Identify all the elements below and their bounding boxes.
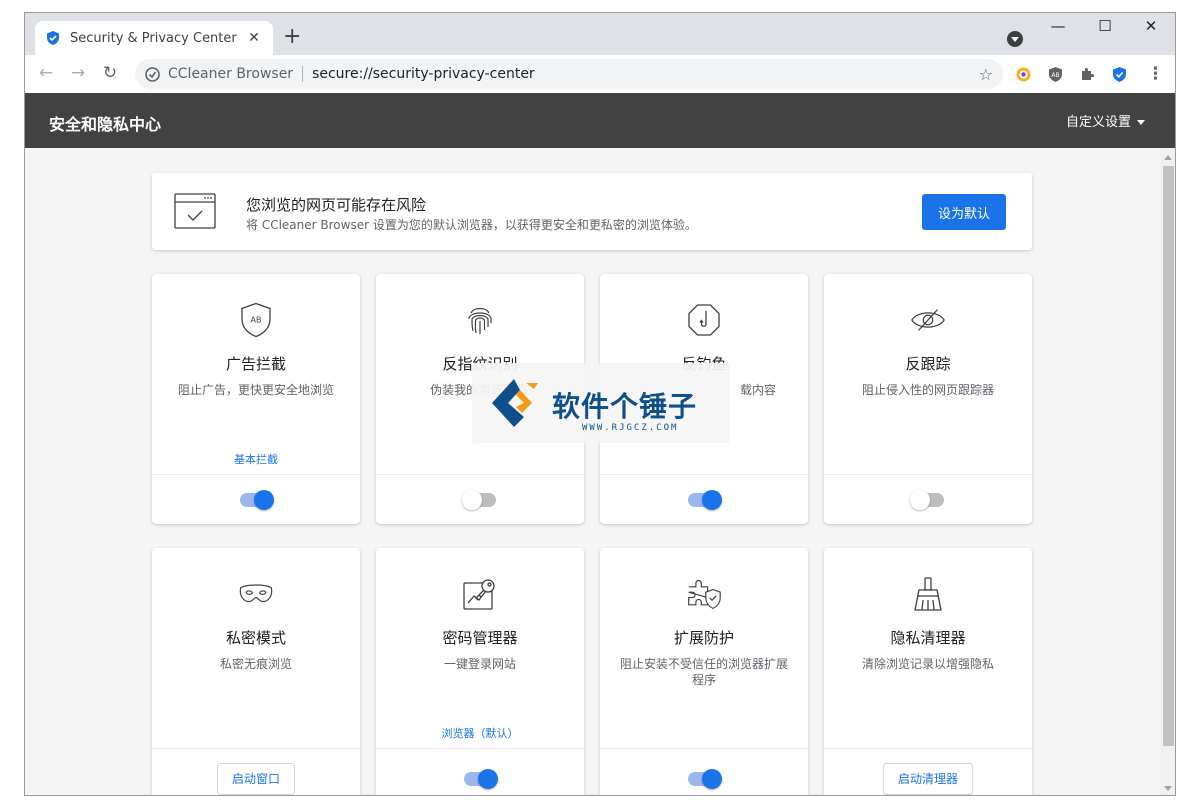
default-browser-banner: 您浏览的网页可能存在风险 将 CCleaner Browser 设置为您的默认浏… <box>152 173 1032 250</box>
card-privacy-cleaner: 隐私清理器 清除浏览记录以增强隐私 启动清理器 <box>824 548 1032 795</box>
omnibox-url[interactable]: secure://security-privacy-center <box>312 66 535 82</box>
card-desc: 阻止侵入性的网页跟踪器 <box>861 383 994 397</box>
key-icon <box>462 576 498 612</box>
browser-menu-icon[interactable]: ⋮ <box>1147 64 1164 84</box>
toggle-knob <box>702 489 722 510</box>
tab-title: Security & Privacy Center <box>70 30 237 46</box>
card-footer <box>824 474 1032 524</box>
toggle-knob <box>478 768 498 789</box>
card-footer <box>152 474 360 524</box>
site-watermark: 软件个锤子 WWW.RJGCZ.COM <box>472 363 730 443</box>
card-desc: 清除浏览记录以增强隐私 <box>861 657 994 671</box>
toggle-knob <box>910 489 930 510</box>
card-private-mode: 私密模式 私密无痕浏览 启动窗口 <box>152 548 360 795</box>
scroll-up-arrow-icon[interactable] <box>1164 155 1172 160</box>
ad-block-toggle[interactable] <box>240 489 274 510</box>
card-desc: 私密无痕浏览 <box>219 657 292 671</box>
mask-icon <box>238 576 274 612</box>
forward-button[interactable]: → <box>67 63 89 83</box>
launch-private-window-button[interactable]: 启动窗口 <box>216 762 295 795</box>
basic-block-link[interactable]: 基本拦截 <box>152 451 360 467</box>
anti-phishing-toggle[interactable] <box>688 489 722 510</box>
tab-security-privacy-center[interactable]: Security & Privacy Center ✕ <box>35 21 273 55</box>
caret-down-icon <box>1137 120 1145 125</box>
toggle-knob <box>462 489 482 510</box>
card-title: 密码管理器 <box>442 629 518 647</box>
shield-ab-icon: AB <box>238 302 274 338</box>
extension-shield-ab-icon[interactable]: AB <box>1047 66 1064 83</box>
svg-text:AB: AB <box>251 316 262 325</box>
card-footer <box>376 748 584 795</box>
card-password-manager: 密码管理器 一键登录网站 浏览器（默认） <box>376 548 584 795</box>
extension-guard-toggle[interactable] <box>688 768 722 789</box>
banner-text: 将 CCleaner Browser 设置为您的默认浏览器，以获得更安全和更私密… <box>246 218 697 232</box>
svg-text:AB: AB <box>1051 72 1059 79</box>
page-header: 安全和隐私中心 自定义设置 <box>25 93 1175 148</box>
toggle-knob <box>254 489 274 510</box>
scroll-thumb[interactable] <box>1163 166 1174 746</box>
new-tab-button[interactable]: + <box>283 25 301 49</box>
eye-off-icon <box>910 302 946 338</box>
card-extension-guard: 扩展防护 阻止安装不受信任的浏览器扩展程序 <box>600 548 808 795</box>
browser-window-check-icon <box>174 193 216 233</box>
launch-cleaner-button[interactable]: 启动清理器 <box>882 762 973 795</box>
security-privacy-page: 安全和隐私中心 自定义设置 您浏览的网页可能存在风险 将 CCleaner Br… <box>25 93 1175 795</box>
scroll-down-arrow-icon[interactable] <box>1164 786 1172 791</box>
card-desc: 阻止安装不受信任的浏览器扩展程序 <box>619 657 788 687</box>
card-ad-block: AB 广告拦截 阻止广告，更快更安全地浏览 基本拦截 <box>152 274 360 524</box>
tab-search-icon[interactable] <box>1007 31 1023 47</box>
card-footer <box>600 474 808 524</box>
back-button[interactable]: ← <box>35 63 57 83</box>
page-scrollbar[interactable] <box>1160 148 1175 795</box>
bookmark-star-icon[interactable]: ☆ <box>979 65 993 84</box>
tab-strip: Security & Privacy Center ✕ + — ☐ ✕ <box>25 13 1175 55</box>
fingerprint-icon <box>462 302 498 338</box>
password-default-link[interactable]: 浏览器（默认） <box>376 725 584 741</box>
ccleaner-icon <box>145 66 160 82</box>
card-desc: 一键登录网站 <box>443 657 516 671</box>
card-footer: 启动窗口 <box>152 748 360 795</box>
custom-settings-dropdown[interactable]: 自定义设置 <box>1066 111 1145 130</box>
fishhook-icon <box>686 302 722 338</box>
shield-check-icon <box>45 30 61 46</box>
card-title: 私密模式 <box>225 629 286 647</box>
browser-toolbar: ← → ↻ CCleaner Browser secure://security… <box>25 55 1175 93</box>
tab-close-icon[interactable]: ✕ <box>245 30 263 46</box>
card-desc: 阻止广告，更快更安全地浏览 <box>177 383 334 397</box>
broom-icon <box>910 576 946 612</box>
card-title: 广告拦截 <box>225 355 286 373</box>
address-bar[interactable]: CCleaner Browser secure://security-priva… <box>135 59 1003 89</box>
close-window-button[interactable]: ✕ <box>1131 17 1171 35</box>
omnibox-separator <box>302 66 304 82</box>
card-footer: 启动清理器 <box>824 748 1032 795</box>
minimize-button[interactable]: — <box>1038 17 1078 35</box>
watermark-url: WWW.RJGCZ.COM <box>582 423 679 433</box>
extensions-puzzle-icon[interactable] <box>1079 66 1096 83</box>
card-footer <box>376 474 584 524</box>
omnibox-brand: CCleaner Browser <box>168 66 294 82</box>
extension-ring-icon[interactable] <box>1015 66 1032 83</box>
card-title: 隐私清理器 <box>890 629 966 647</box>
set-default-button[interactable]: 设为默认 <box>922 194 1006 230</box>
custom-settings-label: 自定义设置 <box>1065 115 1131 130</box>
maximize-button[interactable]: ☐ <box>1085 17 1125 35</box>
anti-tracking-toggle[interactable] <box>910 489 944 510</box>
reload-button[interactable]: ↻ <box>99 63 121 83</box>
anti-fingerprint-toggle[interactable] <box>462 489 496 510</box>
banner-heading: 您浏览的网页可能存在风险 <box>246 196 427 214</box>
security-shield-icon[interactable] <box>1111 66 1128 83</box>
card-title: 反跟踪 <box>905 355 951 373</box>
card-footer <box>600 748 808 795</box>
card-anti-tracking: 反跟踪 阻止侵入性的网页跟踪器 <box>824 274 1032 524</box>
card-title: 扩展防护 <box>673 629 734 647</box>
watermark-logo-icon <box>492 379 538 427</box>
page-title: 安全和隐私中心 <box>49 115 162 134</box>
puzzle-shield-icon <box>686 576 722 612</box>
password-manager-toggle[interactable] <box>464 768 498 789</box>
watermark-title: 软件个锤子 <box>552 390 698 423</box>
toggle-knob <box>702 768 722 789</box>
